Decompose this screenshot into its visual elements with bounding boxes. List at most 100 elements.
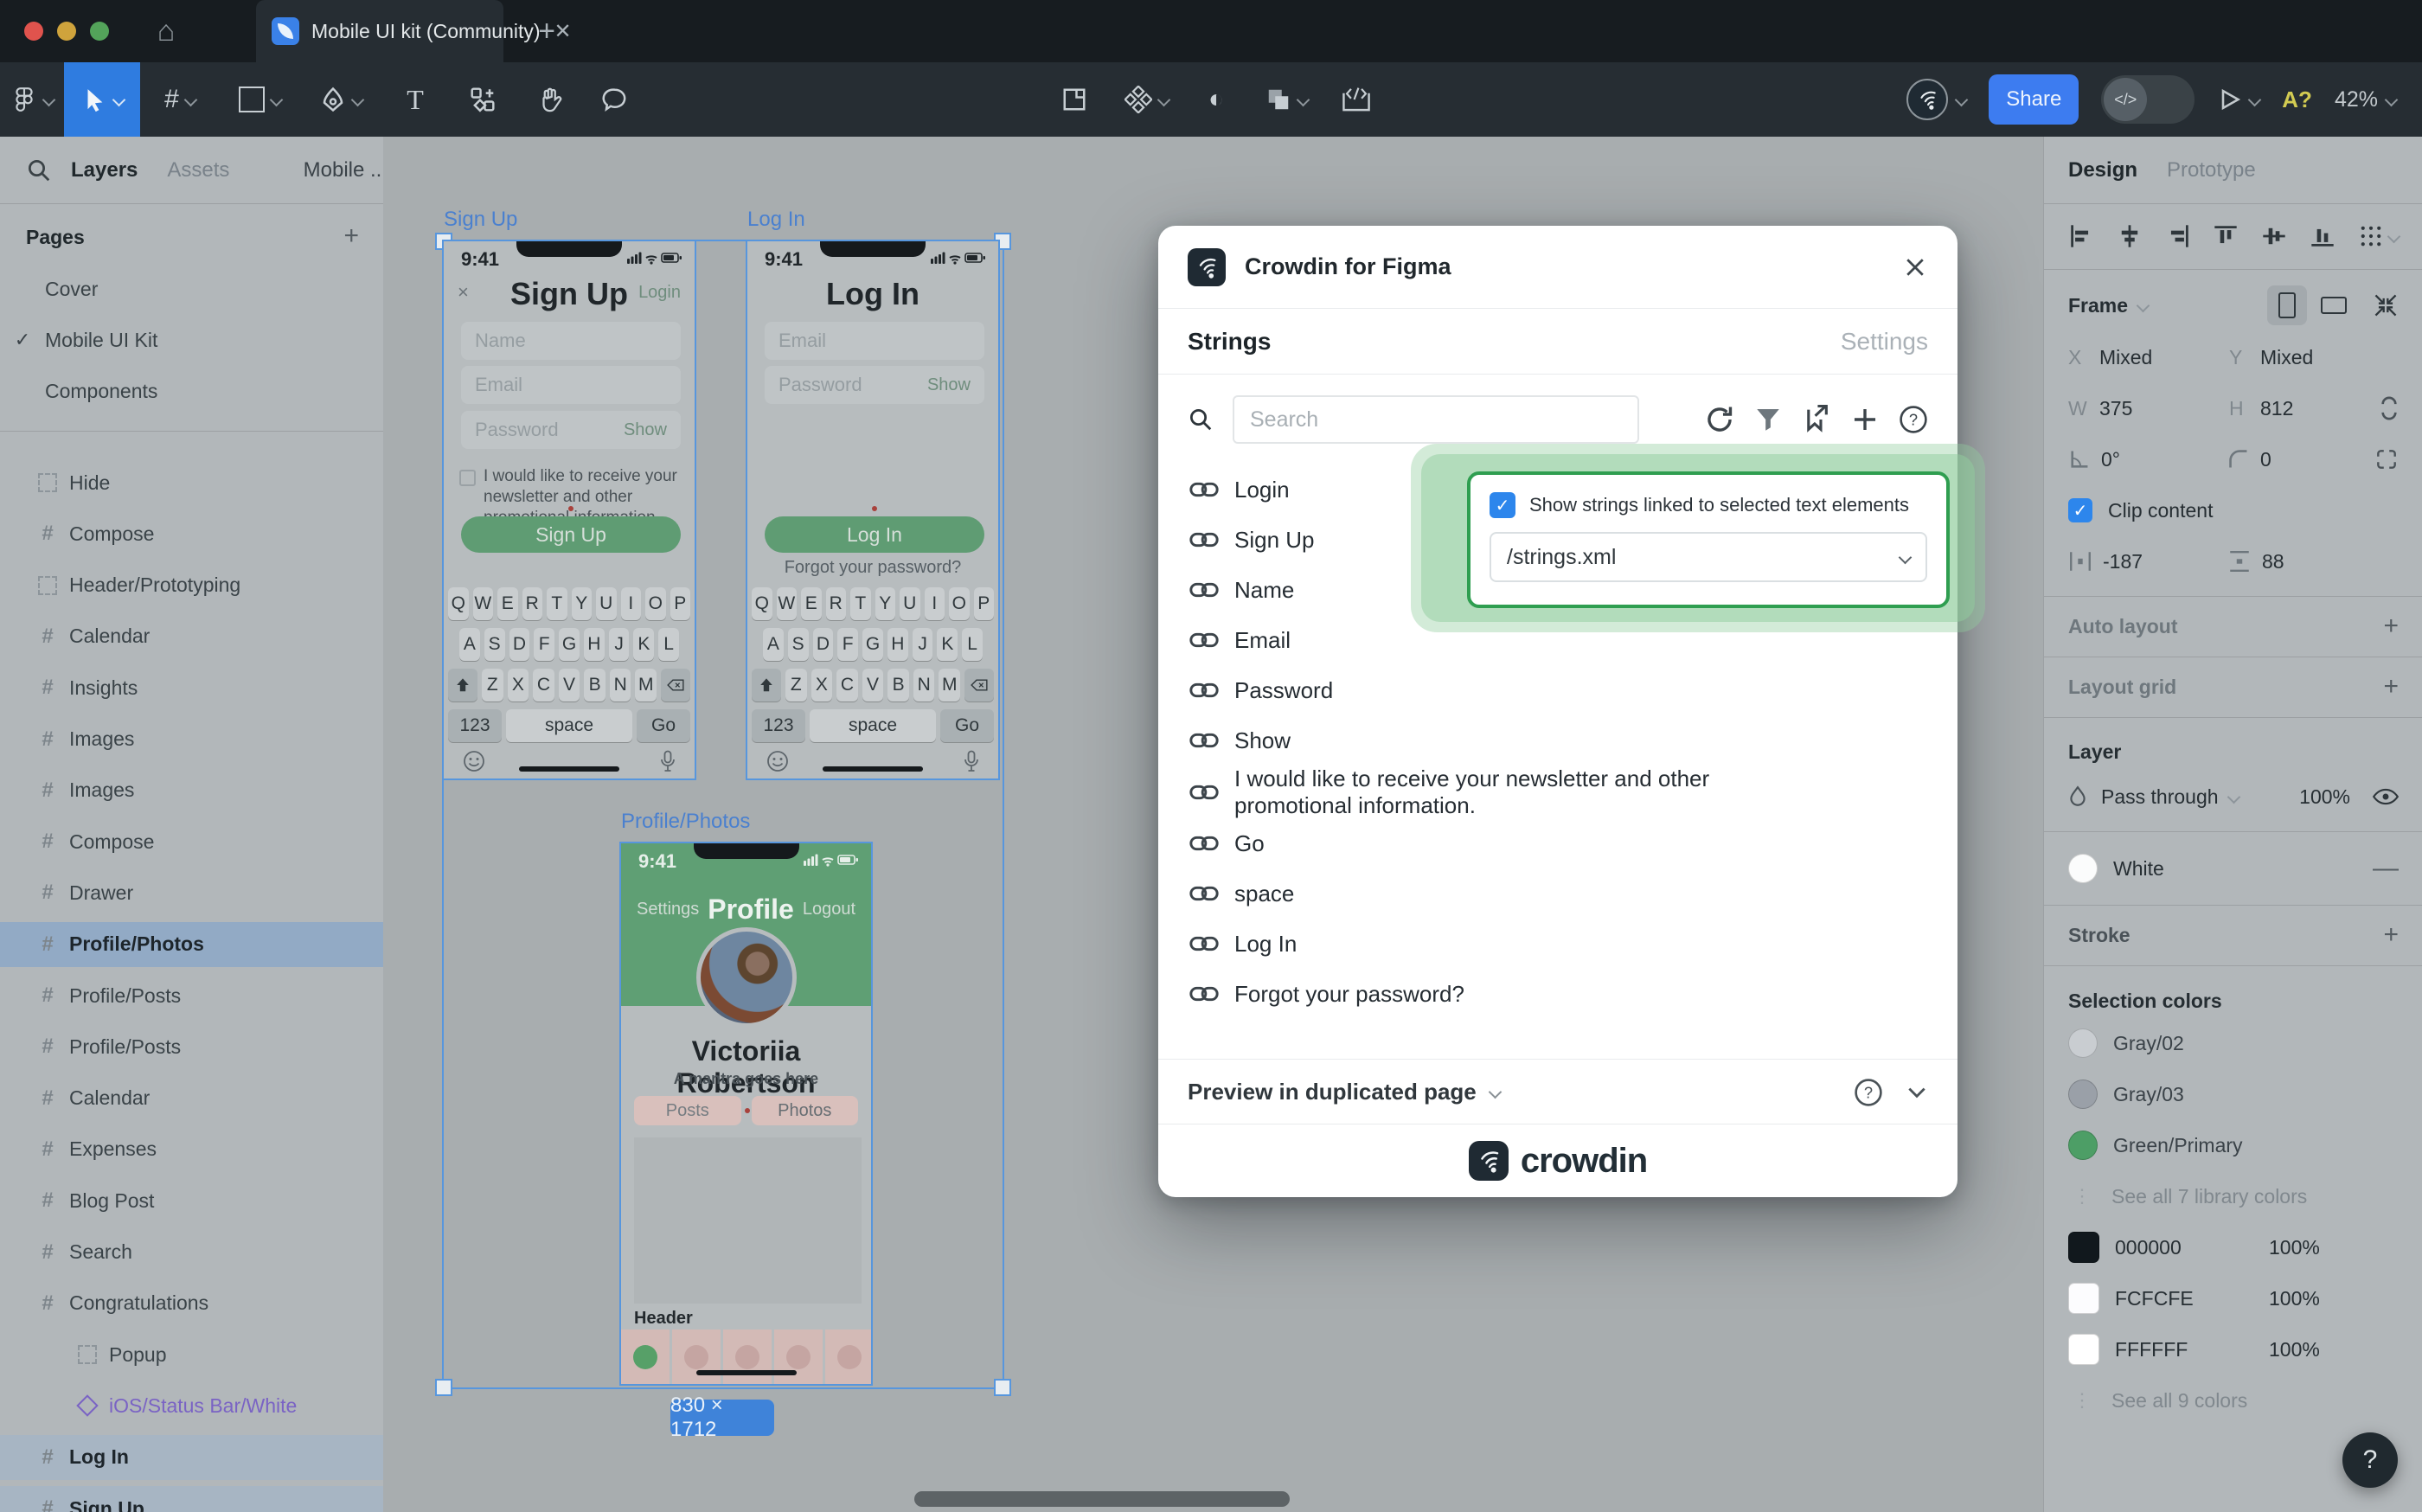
text-tool-button[interactable]: T: [382, 62, 448, 137]
dialog-close-button[interactable]: [1902, 254, 1928, 280]
resources-tool-button[interactable]: [448, 62, 517, 137]
layer-row-log-in[interactable]: # Log In: [0, 1435, 383, 1480]
page-dropdown[interactable]: Mobile ...: [304, 158, 388, 183]
string-row[interactable]: space: [1158, 868, 1957, 919]
tidy-up-button[interactable]: [2358, 223, 2399, 249]
opacity-value[interactable]: 100%: [2299, 785, 2350, 809]
signup-frame[interactable]: 9:41 × Sign Up Login Name Email Password…: [442, 240, 696, 780]
height-value[interactable]: 812: [2260, 397, 2293, 420]
add-page-button[interactable]: +: [343, 221, 359, 251]
layer-row-popup[interactable]: Popup: [0, 1332, 383, 1377]
preview-label[interactable]: Preview in duplicated page: [1188, 1079, 1477, 1105]
page-item-cover[interactable]: Cover: [0, 266, 383, 311]
remove-fill-button[interactable]: —: [2373, 854, 2399, 883]
search-input[interactable]: Search: [1233, 395, 1639, 444]
frame-label-profile[interactable]: Profile/Photos: [621, 810, 750, 834]
zoom-menu[interactable]: 42%: [2335, 87, 2396, 112]
main-menu-button[interactable]: [0, 62, 64, 137]
shape-tool-button[interactable]: [220, 62, 299, 137]
layer-row-blog-post[interactable]: # Blog Post: [0, 1178, 383, 1223]
layer-row-sign-up[interactable]: # Sign Up: [0, 1486, 383, 1512]
string-row[interactable]: Forgot your password?: [1158, 969, 1957, 1019]
add-string-button[interactable]: [1850, 405, 1880, 434]
string-row[interactable]: I would like to receive your newsletter …: [1158, 766, 1957, 818]
profile-frame[interactable]: 9:41 Settings Profile Logout Victoriia R…: [619, 842, 873, 1386]
vertical-gap-value[interactable]: 88: [2262, 550, 2284, 573]
layer-row-images[interactable]: # Images: [0, 717, 383, 762]
layer-row-compose[interactable]: # Compose: [0, 819, 383, 864]
layer-row-profile-photos[interactable]: # Profile/Photos: [0, 922, 383, 967]
layer-row-calendar[interactable]: # Calendar: [0, 614, 383, 659]
layer-row-images[interactable]: # Images: [0, 768, 383, 813]
portrait-orientation-button[interactable]: [2267, 285, 2307, 325]
see-library-colors-link[interactable]: ⋮ See all 7 library colors: [2044, 1172, 2422, 1220]
add-layout-grid-button[interactable]: +: [2383, 672, 2399, 702]
footer-help-icon[interactable]: ?: [1854, 1078, 1883, 1107]
frame-label-login[interactable]: Log In: [747, 208, 805, 232]
visibility-icon[interactable]: [2373, 787, 2399, 806]
edit-object-button[interactable]: [1052, 62, 1097, 137]
login-frame[interactable]: 9:41 Log In Email Password Show Log In F…: [746, 240, 1000, 780]
layer-row-ios-status-bar-white[interactable]: iOS/Status Bar/White: [0, 1383, 383, 1428]
layer-row-hide[interactable]: Hide: [0, 460, 383, 505]
present-button[interactable]: [2217, 87, 2259, 112]
tab-design[interactable]: Design: [2068, 158, 2137, 183]
frame-label-signup[interactable]: Sign Up: [444, 208, 517, 232]
add-auto-layout-button[interactable]: +: [2383, 612, 2399, 641]
string-row[interactable]: Password: [1158, 665, 1957, 715]
pen-tool-button[interactable]: [299, 62, 382, 137]
page-item-mobile-ui-kit[interactable]: ✓ Mobile UI Kit: [0, 317, 383, 362]
blend-mode-value[interactable]: Pass through: [2101, 785, 2219, 809]
account-menu[interactable]: [1906, 79, 1966, 120]
refresh-button[interactable]: [1705, 405, 1734, 434]
clip-content-checkbox[interactable]: ✓: [2068, 498, 2092, 522]
horizontal-scrollbar[interactable]: [914, 1491, 1290, 1507]
tab-settings[interactable]: Settings: [1841, 328, 1928, 356]
filter-button[interactable]: [1753, 405, 1783, 434]
create-component-button[interactable]: [1114, 62, 1178, 137]
layer-row-search[interactable]: # Search: [0, 1230, 383, 1275]
color-style-row[interactable]: Green/Primary: [2044, 1121, 2422, 1169]
align-left-button[interactable]: [2068, 223, 2094, 249]
help-button[interactable]: ?: [1899, 405, 1928, 434]
tab-layers[interactable]: Layers: [71, 158, 138, 183]
figma-help-button[interactable]: ?: [2342, 1432, 2398, 1488]
corner-radius-value[interactable]: 0: [2260, 448, 2271, 471]
string-row[interactable]: Go: [1158, 818, 1957, 868]
strings-file-select[interactable]: /strings.xml: [1490, 532, 1927, 582]
window-minimize-button[interactable]: [57, 22, 76, 41]
layer-row-header-prototyping[interactable]: Header/Prototyping: [0, 563, 383, 608]
show-linked-checkbox[interactable]: ✓: [1490, 492, 1515, 518]
color-style-row[interactable]: Gray/02: [2044, 1019, 2422, 1067]
fill-swatch[interactable]: [2068, 854, 2098, 883]
layer-row-compose[interactable]: # Compose: [0, 511, 383, 556]
constrain-proportions-icon[interactable]: [2380, 394, 2399, 423]
collapse-icon[interactable]: [1906, 1081, 1928, 1104]
export-button[interactable]: [1802, 405, 1831, 434]
page-item-components[interactable]: Components: [0, 368, 383, 413]
selection-handle-bottom-right[interactable]: [994, 1379, 1011, 1396]
align-right-button[interactable]: [2165, 223, 2191, 249]
search-icon[interactable]: [26, 157, 52, 183]
share-button[interactable]: Share: [1989, 74, 2079, 125]
home-button[interactable]: ⌂: [144, 12, 189, 50]
see-all-colors-link[interactable]: ⋮ See all 9 colors: [2044, 1376, 2422, 1425]
tab-assets[interactable]: Assets: [167, 158, 229, 183]
dev-resources-button[interactable]: [1332, 62, 1381, 137]
align-top-button[interactable]: [2213, 223, 2239, 249]
align-horizontal-center-button[interactable]: [2117, 223, 2143, 249]
window-zoom-button[interactable]: [90, 22, 109, 41]
boolean-groups-button[interactable]: [1253, 62, 1320, 137]
align-vertical-center-button[interactable]: [2261, 223, 2287, 249]
rotation-value[interactable]: 0°: [2101, 448, 2227, 471]
selection-handle-bottom-left[interactable]: [435, 1379, 452, 1396]
color-style-row[interactable]: Gray/03: [2044, 1070, 2422, 1118]
layer-row-profile-posts[interactable]: # Profile/Posts: [0, 1024, 383, 1069]
layer-row-calendar[interactable]: # Calendar: [0, 1076, 383, 1121]
mask-button[interactable]: ◐: [1194, 62, 1239, 137]
missing-fonts-indicator[interactable]: A?: [2282, 86, 2312, 113]
string-row[interactable]: Log In: [1158, 919, 1957, 969]
tab-prototype[interactable]: Prototype: [2167, 158, 2256, 183]
tab-strings[interactable]: Strings: [1188, 328, 1271, 356]
file-tab[interactable]: Mobile UI kit (Community) ✕: [256, 0, 503, 62]
